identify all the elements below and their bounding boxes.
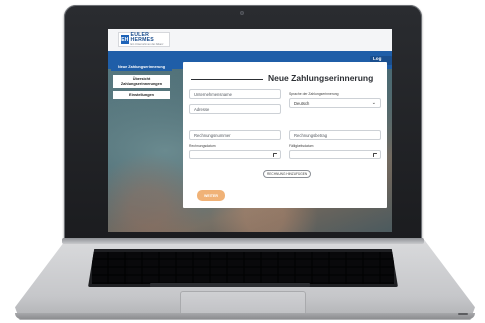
keyboard [88, 249, 398, 287]
company-name-input[interactable]: Unternehmensname [189, 89, 281, 99]
title-rule [191, 79, 263, 80]
language-value: Deutsch [294, 100, 310, 106]
laptop-hinge [62, 238, 424, 244]
language-select[interactable]: Deutsch ⌄ [289, 98, 381, 108]
calendar-icon[interactable] [273, 153, 277, 157]
brand-name: EULER HERMES [130, 31, 154, 43]
language-label: Sprache der Zahlungserinnerung [289, 92, 339, 96]
status-led [458, 313, 468, 315]
calendar-icon[interactable] [373, 153, 377, 157]
keyboard-keys [92, 252, 394, 284]
add-invoice-button[interactable]: RECHNUNG HINZUFÜGEN [263, 170, 312, 178]
due-date-input[interactable] [289, 150, 381, 159]
brand-tagline: Ein Unternehmen der Allianz [130, 42, 164, 46]
next-button[interactable]: WEITER [197, 190, 225, 201]
logo-text: EULER HERMES Ein Unternehmen der Allianz [130, 31, 167, 47]
page-title: Neue Zahlungserinnerung [268, 73, 374, 83]
laptop-front-edge [15, 313, 475, 319]
brand-logo[interactable]: EH EULER HERMES Ein Unternehmen der Alli… [118, 32, 170, 47]
logo-mark-icon: EH [121, 35, 129, 44]
reminder-form-card: Neue Zahlungserinnerung Unternehmensname… [183, 62, 387, 208]
invoice-date-input[interactable] [189, 150, 281, 159]
sidebar-item-overview[interactable]: Übersicht Zahlungserinnerungen [113, 75, 170, 88]
chevron-down-icon: ⌄ [371, 100, 376, 106]
address-input[interactable]: Adresse [189, 104, 281, 114]
laptop-screen: EH EULER HERMES Ein Unternehmen der Alli… [108, 29, 392, 232]
spacebar [150, 283, 310, 287]
top-bar: EH EULER HERMES Ein Unternehmen der Alli… [108, 29, 392, 51]
webcam [240, 11, 244, 15]
sidebar-item-new-reminder[interactable]: Neue Zahlungserinnerung [111, 63, 172, 71]
sidebar-item-settings[interactable]: Einstellungen [113, 91, 170, 99]
invoice-date-label: Rechnungsdatum [189, 144, 216, 148]
invoice-amount-input[interactable]: Rechnungsbetrag [289, 130, 381, 140]
due-date-label: Fälligkeitsdatum [289, 144, 314, 148]
invoice-number-input[interactable]: Rechnungsnummer [189, 130, 281, 140]
